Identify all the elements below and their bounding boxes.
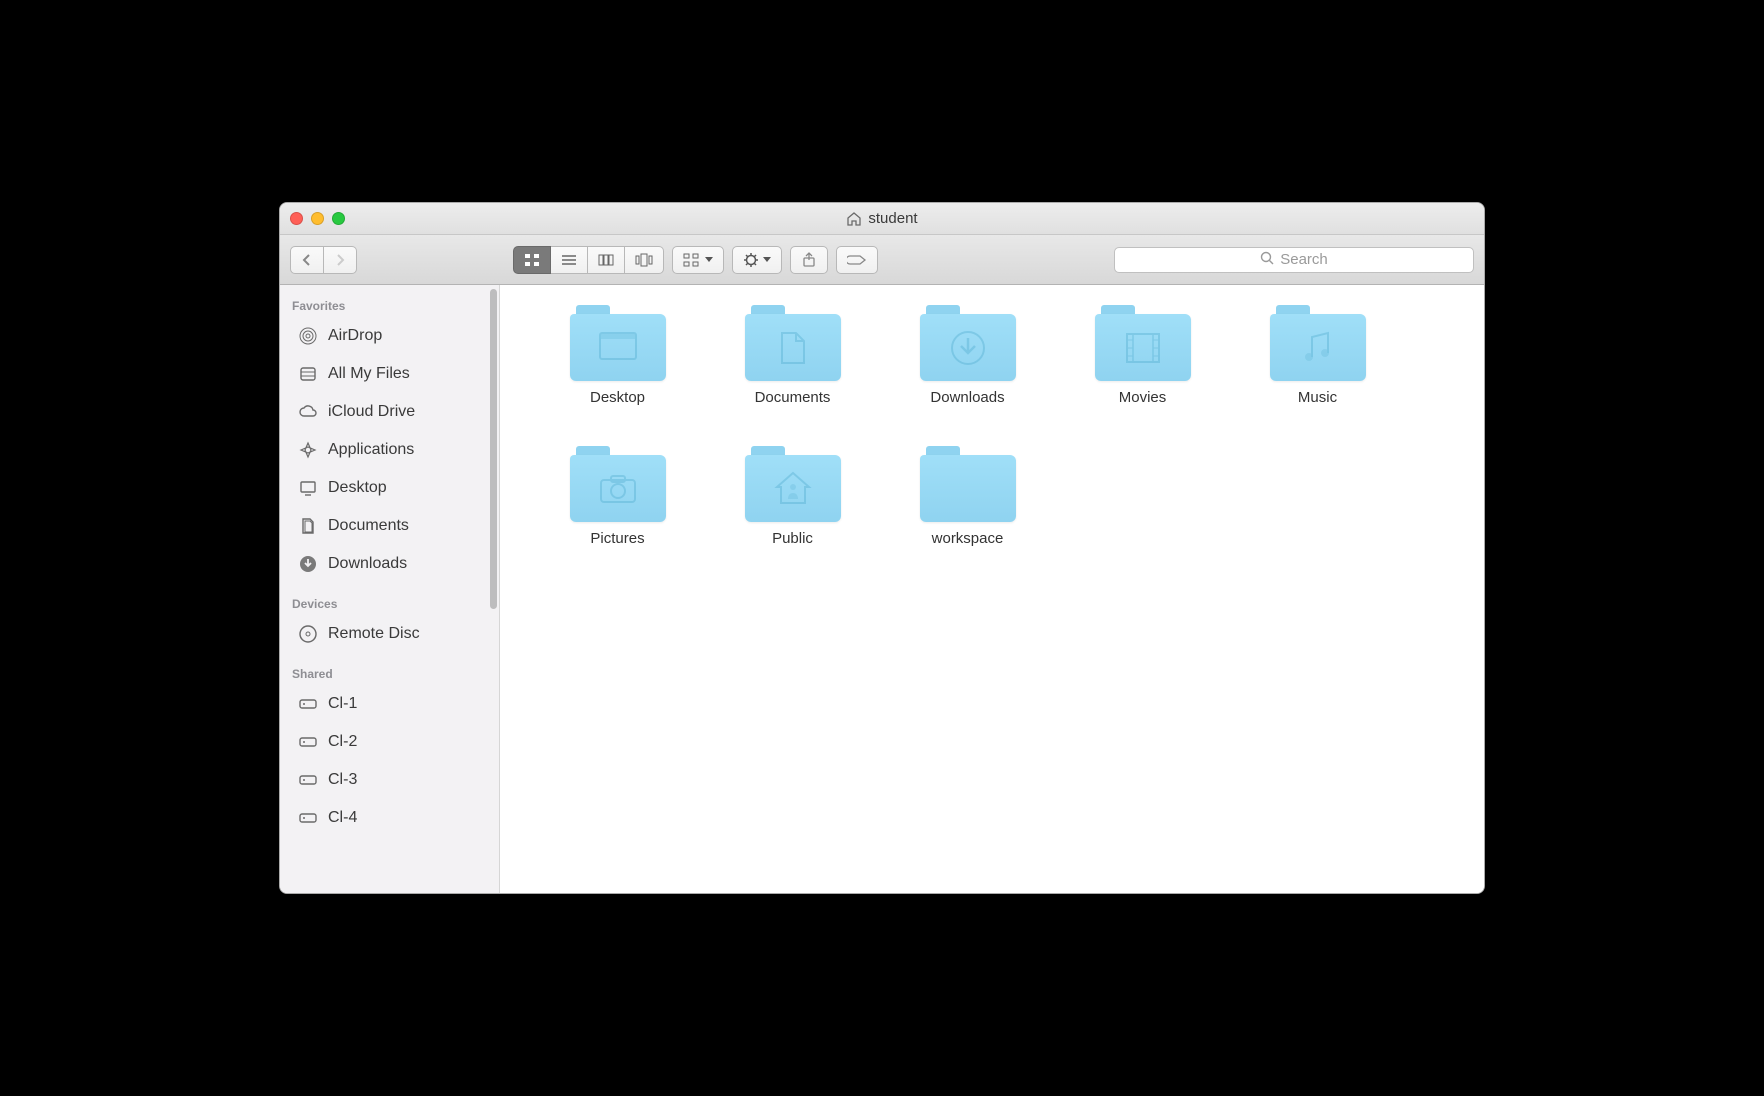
content-area[interactable]: Desktop Documents Downloads Movies Music: [500, 285, 1484, 893]
folder-icon: [570, 305, 666, 381]
fullscreen-button[interactable]: [332, 212, 345, 225]
sidebar-item-label: Cl-3: [328, 771, 357, 789]
folder-downloads[interactable]: Downloads: [880, 305, 1055, 406]
section-favorites-title: Favorites: [280, 285, 499, 317]
window-title: student: [846, 210, 917, 227]
share-button[interactable]: [790, 246, 828, 274]
search-field[interactable]: Search: [1114, 247, 1474, 273]
sidebar-item-label: AirDrop: [328, 327, 382, 345]
folder-icon: [1095, 305, 1191, 381]
sidebar-item-cl-2[interactable]: Cl-2: [280, 723, 499, 761]
folder-label: Downloads: [930, 389, 1004, 406]
sidebar-item-remote-disc[interactable]: Remote Disc: [280, 615, 499, 653]
sidebar-item-downloads[interactable]: Downloads: [280, 545, 499, 583]
toolbar: Search: [280, 235, 1484, 285]
sidebar-item-label: Desktop: [328, 479, 387, 497]
sidebar-item-label: All My Files: [328, 365, 410, 383]
folder-workspace[interactable]: workspace: [880, 446, 1055, 547]
sidebar-item-applications[interactable]: Applications: [280, 431, 499, 469]
sidebar-item-cl-3[interactable]: Cl-3: [280, 761, 499, 799]
arrange-button[interactable]: [672, 246, 724, 274]
share-group: [790, 246, 828, 274]
folder-grid: Desktop Documents Downloads Movies Music: [530, 305, 1454, 547]
folder-label: Music: [1298, 389, 1337, 406]
folder-icon: [920, 446, 1016, 522]
folder-label: workspace: [932, 530, 1004, 547]
back-button[interactable]: [290, 246, 324, 274]
documents-icon: [298, 516, 318, 536]
sidebar-item-airdrop[interactable]: AirDrop: [280, 317, 499, 355]
sidebar-item-cl-1[interactable]: Cl-1: [280, 685, 499, 723]
folder-label: Movies: [1119, 389, 1167, 406]
sidebar-item-label: Cl-4: [328, 809, 357, 827]
tags-group: [836, 246, 878, 274]
folder-label: Public: [772, 530, 813, 547]
home-icon: [846, 211, 862, 227]
coverflow-view-button[interactable]: [625, 246, 664, 274]
server-icon: [298, 694, 318, 714]
folder-icon: [1270, 305, 1366, 381]
search-icon: [1260, 251, 1274, 269]
sidebar-item-desktop[interactable]: Desktop: [280, 469, 499, 507]
sidebar-item-label: Downloads: [328, 555, 407, 573]
traffic-lights: [290, 212, 345, 225]
action-group: [732, 246, 782, 274]
titlebar[interactable]: student: [280, 203, 1484, 235]
airdrop-icon: [298, 326, 318, 346]
sidebar-item-label: Cl-1: [328, 695, 357, 713]
sidebar-item-label: iCloud Drive: [328, 403, 415, 421]
sidebar-item-label: Remote Disc: [328, 625, 420, 643]
sidebar-item-label: Documents: [328, 517, 409, 535]
close-button[interactable]: [290, 212, 303, 225]
folder-music[interactable]: Music: [1230, 305, 1405, 406]
sidebar-item-label: Cl-2: [328, 733, 357, 751]
server-icon: [298, 732, 318, 752]
tags-button[interactable]: [836, 246, 878, 274]
nav-buttons: [290, 246, 357, 274]
desktop-icon: [298, 478, 318, 498]
sidebar-item-label: Applications: [328, 441, 414, 459]
folder-label: Pictures: [590, 530, 644, 547]
action-button[interactable]: [732, 246, 782, 274]
sidebar-item-documents[interactable]: Documents: [280, 507, 499, 545]
folder-icon: [570, 446, 666, 522]
column-view-button[interactable]: [588, 246, 625, 274]
folder-documents[interactable]: Documents: [705, 305, 880, 406]
view-mode-buttons: [513, 246, 664, 274]
section-shared-title: Shared: [280, 653, 499, 685]
folder-public[interactable]: Public: [705, 446, 880, 547]
sidebar-scrollbar[interactable]: [490, 289, 497, 609]
arrange-group: [672, 246, 724, 274]
allfiles-icon: [298, 364, 318, 384]
icon-view-button[interactable]: [513, 246, 551, 274]
window-body: Favorites AirDrop All My Files iCloud Dr…: [280, 285, 1484, 893]
folder-icon: [745, 305, 841, 381]
disc-icon: [298, 624, 318, 644]
cloud-icon: [298, 402, 318, 422]
finder-window: student: [279, 202, 1485, 894]
folder-label: Documents: [755, 389, 831, 406]
applications-icon: [298, 440, 318, 460]
downloads-icon: [298, 554, 318, 574]
sidebar[interactable]: Favorites AirDrop All My Files iCloud Dr…: [280, 285, 500, 893]
search-placeholder: Search: [1280, 251, 1328, 268]
folder-icon: [920, 305, 1016, 381]
server-icon: [298, 808, 318, 828]
server-icon: [298, 770, 318, 790]
folder-label: Desktop: [590, 389, 645, 406]
window-title-text: student: [868, 210, 917, 227]
minimize-button[interactable]: [311, 212, 324, 225]
folder-icon: [745, 446, 841, 522]
sidebar-item-icloud[interactable]: iCloud Drive: [280, 393, 499, 431]
folder-movies[interactable]: Movies: [1055, 305, 1230, 406]
section-devices-title: Devices: [280, 583, 499, 615]
folder-desktop[interactable]: Desktop: [530, 305, 705, 406]
forward-button[interactable]: [324, 246, 357, 274]
folder-pictures[interactable]: Pictures: [530, 446, 705, 547]
sidebar-item-cl-4[interactable]: Cl-4: [280, 799, 499, 837]
list-view-button[interactable]: [551, 246, 588, 274]
sidebar-item-all-my-files[interactable]: All My Files: [280, 355, 499, 393]
